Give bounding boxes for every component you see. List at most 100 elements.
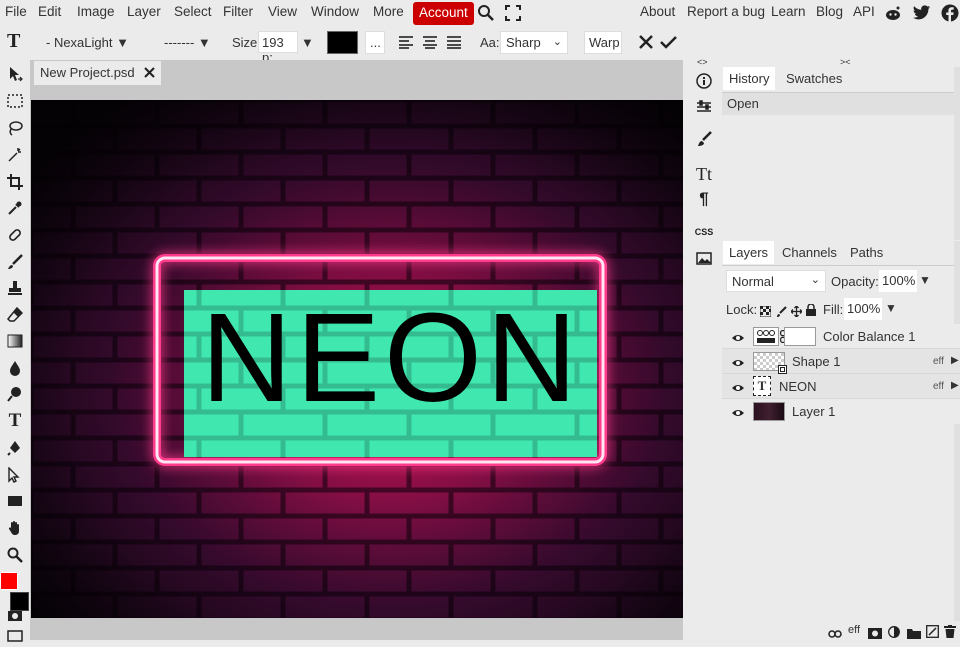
menu-edit[interactable]: Edit [38,4,61,19]
fill-dropdown[interactable]: ▼ [885,301,897,315]
lock-position-icon[interactable] [790,304,803,322]
info-icon[interactable] [689,69,719,93]
new-layer-icon[interactable] [926,625,939,643]
menu-image[interactable]: Image [77,4,115,19]
layer-mask-thumbnail[interactable] [784,327,816,346]
eyedropper-icon[interactable] [4,197,26,219]
account-button[interactable]: Account [413,2,474,25]
cancel-icon[interactable] [638,34,654,55]
more-options-button[interactable]: ... [365,31,385,54]
menu-layer[interactable]: Layer [127,4,161,19]
align-center-icon[interactable] [422,35,438,54]
brush-settings-icon[interactable] [689,127,719,151]
tab-paths[interactable]: Paths [844,241,889,264]
effects-label[interactable]: eff [933,381,944,392]
canvas-image[interactable]: NEON [31,100,683,618]
eye-icon[interactable] [731,406,745,421]
lock-all-icon[interactable] [806,303,816,321]
screen-mode-icon[interactable] [4,625,26,647]
healing-brush-icon[interactable] [4,224,26,246]
facebook-icon[interactable] [941,4,959,27]
quick-mask-icon[interactable] [4,605,26,627]
reddit-icon[interactable] [884,4,902,27]
text-tool-icon[interactable]: T [4,410,26,432]
close-tab-icon[interactable] [144,66,155,81]
eraser-tool-icon[interactable] [4,304,26,326]
lasso-tool-icon[interactable] [4,117,26,139]
layer-row[interactable]: Shape 1 eff ▶ [722,349,960,374]
search-icon[interactable] [477,4,495,27]
adjustment-layer-icon[interactable] [888,625,900,643]
menu-about[interactable]: About [640,4,675,19]
tab-history[interactable]: History [723,67,776,90]
menu-view[interactable]: View [268,4,297,19]
eye-icon[interactable] [731,381,745,396]
tab-channels[interactable]: Channels [776,241,843,264]
fullscreen-icon[interactable] [505,5,521,26]
fill-input[interactable]: 100% [844,298,882,320]
adjustments-icon[interactable] [689,95,719,119]
blend-mode-select[interactable]: Normal ⌄ [726,270,826,292]
history-scrollbar[interactable] [954,67,960,241]
marquee-tool-icon[interactable] [4,90,26,112]
character-icon[interactable]: Tt [689,162,719,186]
blur-drop-icon[interactable] [4,357,26,379]
menu-report-bug[interactable]: Report a bug [687,4,765,19]
dodge-tool-icon[interactable] [4,383,26,405]
font-size-input[interactable]: 193 p: [258,31,298,65]
stamp-tool-icon[interactable] [4,277,26,299]
font-size-dropdown[interactable]: ▼ [301,35,314,50]
warp-button[interactable]: Warp [584,31,622,54]
crop-tool-icon[interactable] [4,171,26,193]
new-group-icon[interactable] [907,626,921,644]
menu-window[interactable]: Window [311,4,359,19]
menu-learn[interactable]: Learn [771,4,806,19]
layer-row[interactable]: T NEON eff ▶ [722,374,960,399]
align-left-icon[interactable] [398,35,414,54]
opacity-dropdown[interactable]: ▼ [919,273,931,287]
tab-layers[interactable]: Layers [723,241,775,264]
collapse-arrows-icon[interactable]: >< [840,57,851,67]
lock-pixels-icon[interactable] [776,304,787,322]
neon-text[interactable]: NEON [191,293,591,423]
zoom-tool-icon[interactable] [4,544,26,566]
twitter-icon[interactable] [913,5,931,26]
menu-select[interactable]: Select [174,4,212,19]
align-justify-icon[interactable] [446,35,462,54]
layer-row[interactable]: Color Balance 1 [722,324,960,349]
expand-effects-icon[interactable]: ▶ [951,355,959,366]
path-select-icon[interactable] [4,464,26,486]
add-mask-icon[interactable] [868,626,882,644]
text-color-swatch[interactable] [327,31,358,54]
css-button[interactable]: CSS [689,220,719,244]
hand-tool-icon[interactable] [4,517,26,539]
menu-file[interactable]: File [5,4,27,19]
layer-row[interactable]: Layer 1 [722,399,960,424]
link-layers-icon[interactable] [828,626,842,644]
delete-layer-icon[interactable] [944,625,956,643]
commit-check-icon[interactable] [660,35,677,54]
rectangle-tool-icon[interactable] [4,490,26,512]
expand-effects-icon[interactable]: ▶ [951,380,959,391]
paragraph-icon[interactable]: ¶ [689,187,719,211]
opacity-input[interactable]: 100% [879,270,917,292]
layers-scrollbar[interactable] [954,241,960,621]
font-family-select[interactable]: - NexaLight ▼ [46,35,129,50]
layer-effects-button[interactable]: eff [848,624,860,636]
magic-wand-icon[interactable] [4,144,26,166]
effects-label[interactable]: eff [933,356,944,367]
antialias-select[interactable]: Sharp ⌄ [500,31,568,54]
pen-tool-icon[interactable] [4,437,26,459]
menu-filter[interactable]: Filter [223,4,253,19]
menu-more[interactable]: More [373,4,404,19]
font-style-select[interactable]: ------- ▼ [164,35,211,50]
gradient-tool-icon[interactable] [4,330,26,352]
eye-icon[interactable] [731,331,745,346]
image-icon[interactable] [689,246,719,270]
menu-blog[interactable]: Blog [816,4,843,19]
tab-swatches[interactable]: Swatches [780,67,848,90]
eye-icon[interactable] [731,356,745,371]
menu-api[interactable]: API [853,4,875,19]
brush-tool-icon[interactable] [4,251,26,273]
collapse-arrows-icon[interactable]: <> [697,57,708,67]
